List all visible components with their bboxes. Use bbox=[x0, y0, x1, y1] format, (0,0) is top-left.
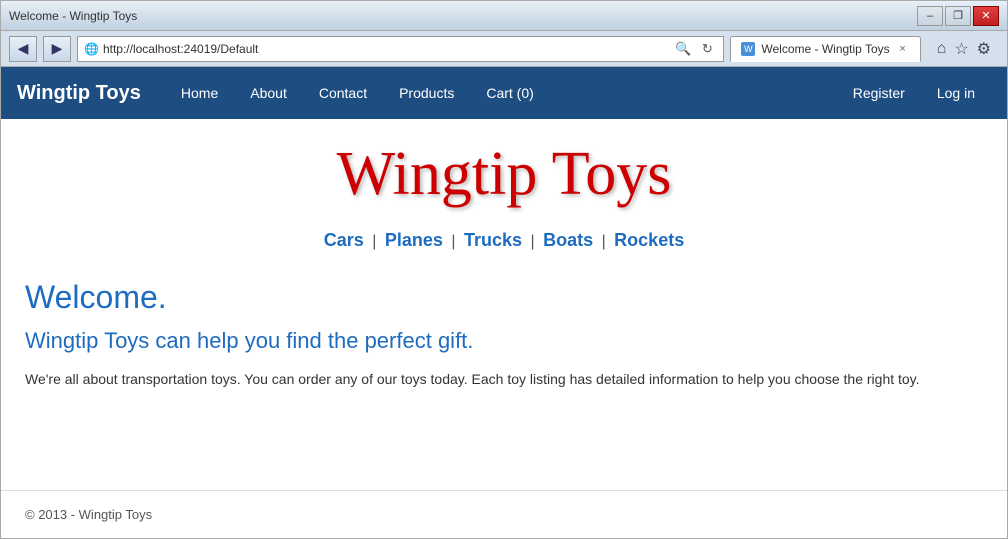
nav-about[interactable]: About bbox=[234, 71, 303, 115]
category-planes[interactable]: Planes bbox=[385, 230, 443, 250]
site-title-area: Wingtip Toys bbox=[25, 139, 983, 210]
site-nav: Wingtip Toys Home About Contact Products… bbox=[1, 67, 1007, 119]
close-button[interactable]: ✕ bbox=[973, 6, 999, 26]
welcome-heading: Welcome. bbox=[25, 279, 983, 316]
back-button[interactable]: ◀ bbox=[9, 36, 37, 62]
nav-register[interactable]: Register bbox=[837, 71, 921, 115]
refresh-icon[interactable]: ↻ bbox=[697, 39, 717, 59]
address-input-wrapper: 🌐 🔍 ↻ bbox=[77, 36, 724, 62]
tab-label: Welcome - Wingtip Toys bbox=[761, 42, 889, 56]
settings-icon[interactable]: ⚙ bbox=[977, 39, 991, 59]
window-title: Welcome - Wingtip Toys bbox=[9, 9, 137, 23]
nav-products[interactable]: Products bbox=[383, 71, 470, 115]
welcome-description: We're all about transportation toys. You… bbox=[25, 368, 983, 390]
nav-right: Register Log in bbox=[837, 71, 991, 115]
title-bar-left: Welcome - Wingtip Toys bbox=[9, 9, 137, 23]
nav-cart[interactable]: Cart (0) bbox=[470, 71, 549, 115]
separator-4: | bbox=[602, 233, 606, 250]
category-cars[interactable]: Cars bbox=[324, 230, 364, 250]
favorites-icon[interactable]: ☆ bbox=[954, 39, 968, 59]
footer-text: © 2013 - Wingtip Toys bbox=[25, 507, 152, 522]
toolbar-icons: ⌂ ☆ ⚙ bbox=[929, 39, 999, 59]
tab-close-button[interactable]: × bbox=[896, 42, 910, 56]
site-brand: Wingtip Toys bbox=[17, 82, 141, 105]
restore-button[interactable]: ❐ bbox=[945, 6, 971, 26]
category-links: Cars | Planes | Trucks | Boats | Rockets bbox=[25, 230, 983, 251]
search-icon[interactable]: 🔍 bbox=[673, 39, 693, 59]
site-title: Wingtip Toys bbox=[337, 139, 672, 210]
nav-home[interactable]: Home bbox=[165, 71, 234, 115]
tab-favicon: W bbox=[741, 42, 755, 56]
separator-1: | bbox=[372, 233, 376, 250]
address-bar: ◀ ▶ 🌐 🔍 ↻ W Welcome - Wingtip Toys × ⌂ ☆… bbox=[1, 31, 1007, 67]
address-input[interactable] bbox=[103, 42, 669, 56]
address-right-icons: 🔍 ↻ bbox=[673, 39, 717, 59]
window-controls: – ❐ ✕ bbox=[917, 6, 999, 26]
active-tab[interactable]: W Welcome - Wingtip Toys × bbox=[730, 36, 920, 62]
category-rockets[interactable]: Rockets bbox=[614, 230, 684, 250]
category-trucks[interactable]: Trucks bbox=[464, 230, 522, 250]
title-bar: Welcome - Wingtip Toys – ❐ ✕ bbox=[1, 1, 1007, 31]
address-icon: 🌐 bbox=[84, 42, 99, 56]
nav-login[interactable]: Log in bbox=[921, 71, 991, 115]
nav-contact[interactable]: Contact bbox=[303, 71, 383, 115]
page-content: Wingtip Toys Home About Contact Products… bbox=[1, 67, 1007, 538]
home-icon[interactable]: ⌂ bbox=[937, 40, 947, 58]
separator-2: | bbox=[451, 233, 455, 250]
page-footer: © 2013 - Wingtip Toys bbox=[1, 490, 1007, 538]
forward-button[interactable]: ▶ bbox=[43, 36, 71, 62]
welcome-subheading: Wingtip Toys can help you find the perfe… bbox=[25, 328, 983, 354]
separator-3: | bbox=[530, 233, 534, 250]
nav-links: Home About Contact Products Cart (0) bbox=[165, 71, 837, 115]
main-content: Wingtip Toys Cars | Planes | Trucks | Bo… bbox=[1, 119, 1007, 490]
minimize-button[interactable]: – bbox=[917, 6, 943, 26]
category-boats[interactable]: Boats bbox=[543, 230, 593, 250]
browser-window: Welcome - Wingtip Toys – ❐ ✕ ◀ ▶ 🌐 🔍 ↻ W… bbox=[0, 0, 1008, 539]
